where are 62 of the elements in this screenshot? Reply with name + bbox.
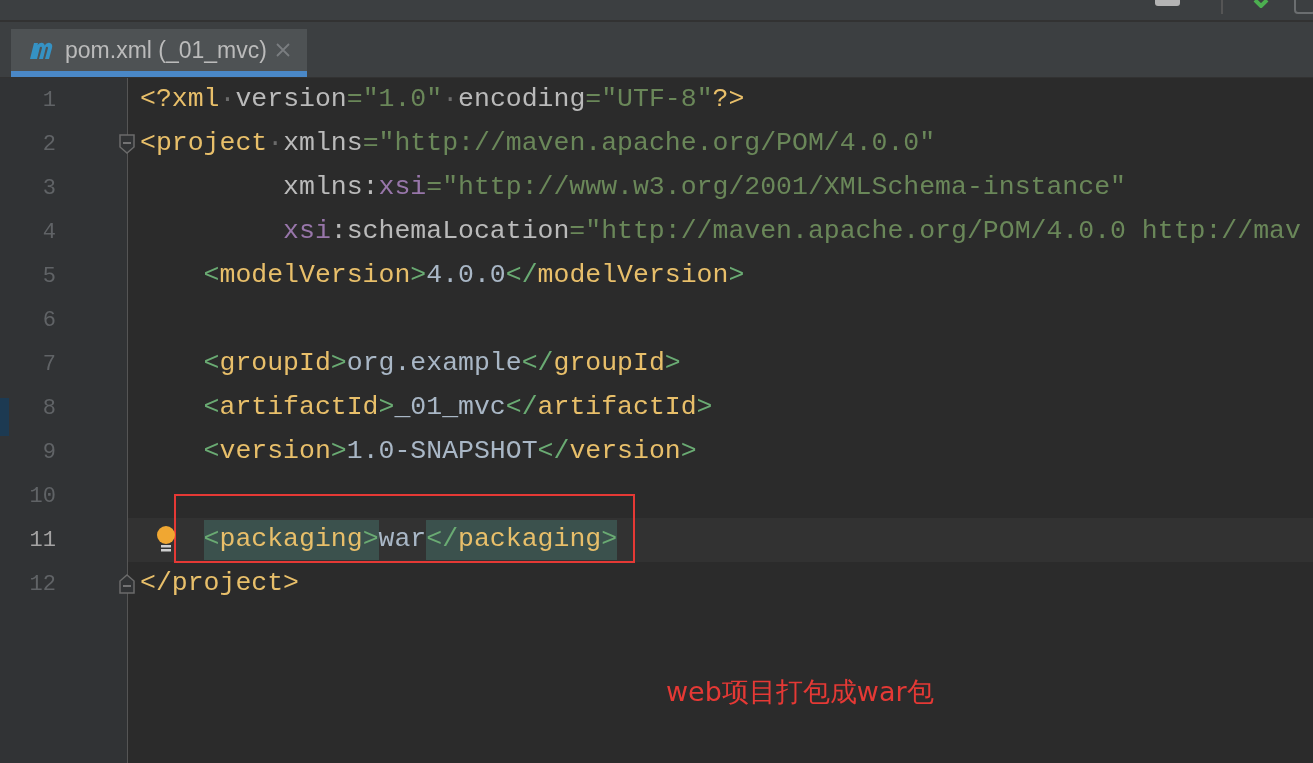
fold-icon[interactable] bbox=[118, 133, 136, 155]
fold-icon[interactable] bbox=[118, 573, 136, 595]
code-token: artifactId bbox=[537, 391, 697, 425]
code-token: _01_mvc bbox=[394, 391, 506, 425]
code-token: < bbox=[203, 520, 220, 560]
code-token: ="1.0" bbox=[346, 83, 443, 117]
code-token: :schemaLocation bbox=[330, 215, 570, 249]
whitespace-mark: · bbox=[442, 83, 459, 117]
code-token: > bbox=[330, 435, 347, 469]
code-token: modelVersion bbox=[537, 259, 729, 293]
code-token: </project> bbox=[140, 567, 300, 601]
code-token: encoding bbox=[458, 83, 586, 117]
code-token: > bbox=[410, 259, 427, 293]
gutter-marker bbox=[0, 398, 9, 436]
code-token: xmlns: bbox=[283, 171, 379, 205]
annotation-text: web项目打包成war包 bbox=[666, 675, 934, 709]
code-token: </ bbox=[521, 347, 554, 381]
whitespace-mark: · bbox=[219, 83, 236, 117]
whitespace-mark: · bbox=[267, 127, 284, 161]
code-token: org.example bbox=[346, 347, 522, 381]
code-token: > bbox=[728, 259, 745, 293]
close-icon[interactable] bbox=[274, 42, 291, 58]
code-token: ="UTF-8" bbox=[585, 83, 713, 117]
code-token: modelVersion bbox=[219, 259, 411, 293]
code-token: > bbox=[330, 347, 347, 381]
code-token: </ bbox=[426, 520, 459, 560]
code-token: </ bbox=[505, 391, 538, 425]
code-token: version bbox=[569, 435, 681, 469]
code-token: > bbox=[601, 520, 618, 560]
code-token: ="http://maven.apache.org/POM/4.0.0" bbox=[362, 127, 936, 161]
code-token: < bbox=[203, 259, 220, 293]
code-token: 1.0-SNAPSHOT bbox=[346, 435, 538, 469]
code-token: < bbox=[203, 347, 220, 381]
code-token: groupId bbox=[553, 347, 665, 381]
code-token: </ bbox=[537, 435, 570, 469]
code-token: < bbox=[203, 391, 220, 425]
code-token: xmlns bbox=[283, 127, 363, 161]
code-token: packaging bbox=[458, 520, 602, 560]
lightbulb-icon[interactable] bbox=[155, 525, 177, 555]
code-token: ="http://www.w3.org/2001/XMLSchema-instance" bbox=[426, 171, 1126, 205]
code-token: war bbox=[378, 523, 427, 557]
line-number: 11 bbox=[28, 526, 56, 555]
code-token: version bbox=[219, 435, 331, 469]
code-token: xsi bbox=[283, 215, 331, 249]
code-token: xsi bbox=[378, 171, 427, 205]
code-token: </ bbox=[505, 259, 538, 293]
code-token: 4.0.0 bbox=[426, 259, 506, 293]
check-icon[interactable] bbox=[1253, 0, 1269, 8]
code-token: groupId bbox=[219, 347, 331, 381]
code-token: <project bbox=[140, 127, 268, 161]
file-tab[interactable]: pom.xml (_01_mvc) bbox=[11, 29, 307, 77]
code-token: artifactId bbox=[219, 391, 379, 425]
code-token: ="http://maven.apache.org/POM/4.0.0 http://mav bbox=[569, 215, 1301, 249]
code-token: > bbox=[378, 391, 395, 425]
code-token: packaging bbox=[219, 520, 363, 560]
code-token: ?> bbox=[712, 83, 745, 117]
code-token: > bbox=[664, 347, 681, 381]
code-token: <?xml bbox=[140, 83, 220, 117]
code-token: < bbox=[203, 435, 220, 469]
code-token: > bbox=[680, 435, 697, 469]
code-token: > bbox=[696, 391, 713, 425]
code-token: version bbox=[235, 83, 347, 117]
